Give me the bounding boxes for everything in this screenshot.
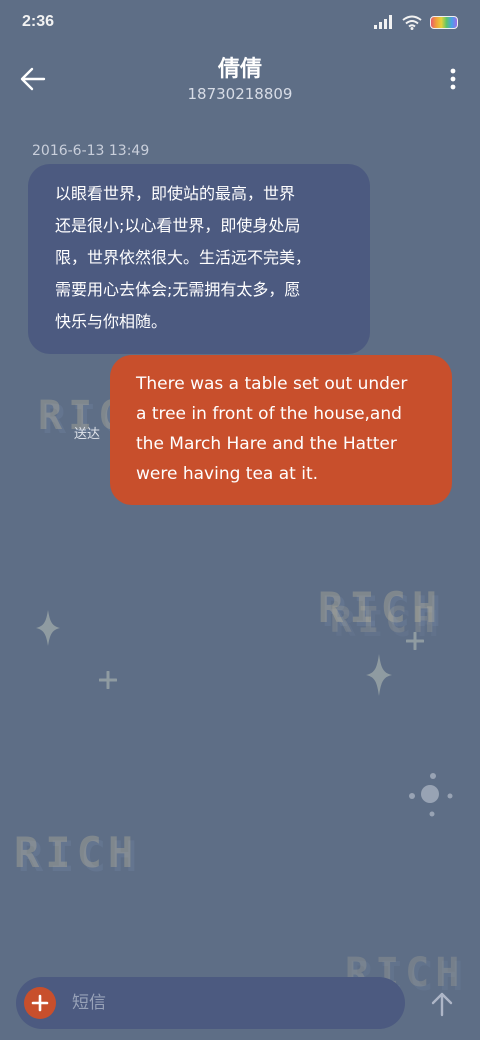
signal-icon [374,15,392,29]
sparkle-icon [36,610,60,646]
message-line: There was a table set out under [136,374,408,394]
conversation-header: 倩倩 18730218809 [0,44,480,114]
contact-info[interactable]: 倩倩 18730218809 [0,56,480,104]
battery-icon [430,15,458,29]
message-line: 以眼看世界，即使站的最高，世界 [55,184,296,203]
status-icons [374,15,458,30]
plus-sparkle-icon [99,671,117,689]
contact-phone-number: 18730218809 [187,85,293,103]
sun-sparkle-icon [409,773,453,817]
wallpaper-watermark: RICH [330,600,441,641]
plus-icon [31,994,49,1012]
incoming-message-bubble[interactable]: 以眼看世界，即使站的最高，世界 还是很小;以心看世界，即使身处局 限，世界依然很… [28,164,370,354]
message-line: a tree in front of the house,and [136,404,402,424]
more-vertical-icon[interactable] [448,64,458,94]
message-line: 还是很小;以心看世界，即使身处局 [55,216,301,235]
contact-name: 倩倩 [217,57,262,82]
message-line: 快乐与你相随。 [55,312,168,331]
message-line: 限，世界依然很大。生活远不完美， [55,248,312,267]
add-attachment-button[interactable] [24,987,56,1019]
message-line: were having tea at it. [136,464,319,484]
wifi-icon [402,15,422,30]
message-timestamp: 2016-6-13 13:49 [32,143,150,159]
delivery-status: 送达 [74,427,101,442]
outgoing-message-bubble[interactable]: There was a table set out under a tree i… [110,355,452,505]
wallpaper-watermark: RICH [14,828,140,877]
sparkle-icon [366,654,392,696]
sms-input[interactable] [72,977,392,1029]
plus-sparkle-icon [406,632,424,650]
message-line: the March Hare and the Hatter [136,434,397,454]
arrow-up-icon[interactable] [428,990,456,1018]
wallpaper-watermark: RICH [318,583,444,632]
status-bar: 2:36 [0,0,480,44]
message-composer [16,977,405,1029]
message-line: 需要用心去体会;无需拥有太多，愿 [55,280,301,299]
status-time: 2:36 [22,13,55,30]
